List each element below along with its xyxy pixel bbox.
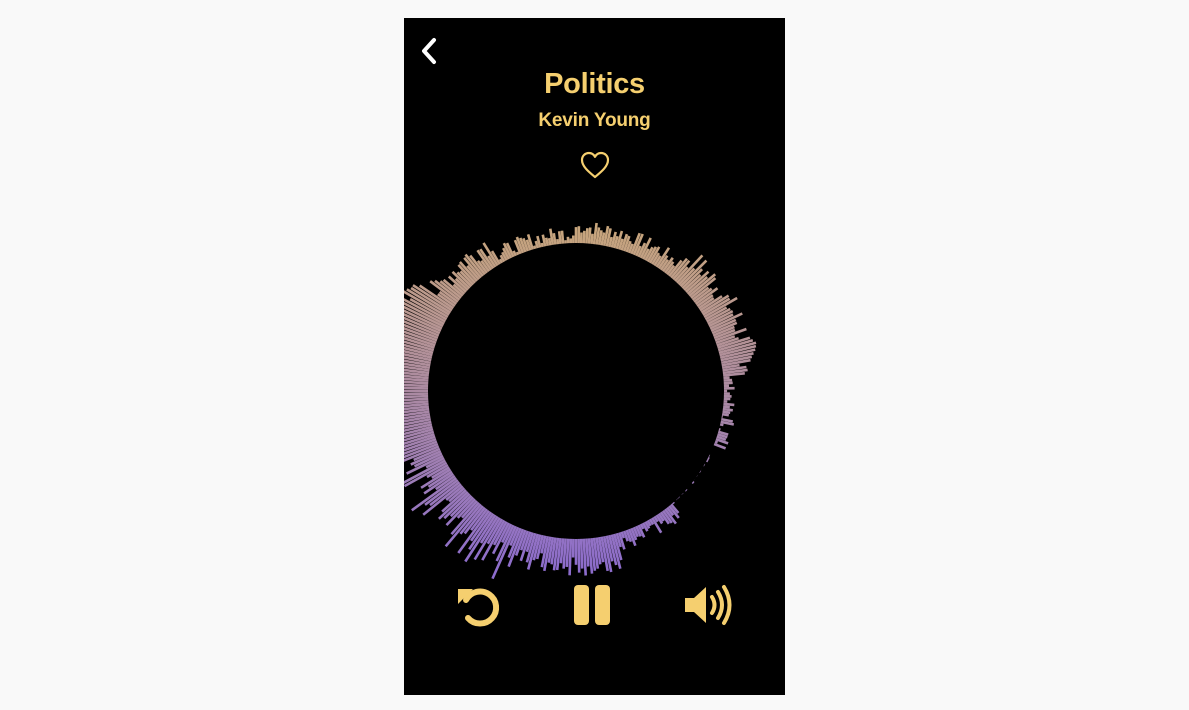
track-title: Politics bbox=[544, 68, 645, 100]
visualizer-bar bbox=[552, 233, 557, 246]
heart-outline-icon bbox=[580, 151, 610, 179]
visualizer-bar bbox=[557, 231, 562, 245]
chevron-left-icon bbox=[422, 38, 436, 64]
visualizer-bar bbox=[587, 227, 592, 245]
pause-button[interactable] bbox=[568, 580, 616, 630]
visualizer-disc bbox=[428, 243, 724, 539]
volume-high-icon bbox=[685, 585, 732, 625]
visualizer-bar bbox=[712, 442, 727, 450]
volume-button[interactable] bbox=[680, 580, 738, 630]
visualizer-bar bbox=[560, 230, 565, 245]
visualizer-bar bbox=[722, 402, 735, 407]
visualizer-bar bbox=[590, 233, 594, 245]
visualizer-bar bbox=[544, 237, 550, 247]
visualizer-bar bbox=[720, 412, 730, 417]
pause-icon bbox=[574, 585, 610, 625]
visualizer-bar bbox=[404, 386, 430, 390]
visualizer-bar bbox=[547, 237, 552, 247]
visualizer-bar bbox=[722, 376, 730, 380]
visualizer-bar bbox=[582, 537, 587, 576]
visualizer-bar bbox=[582, 230, 586, 245]
visualizer-bar bbox=[404, 392, 430, 396]
visualizer-bar bbox=[721, 410, 731, 414]
visualizer-bar bbox=[565, 537, 570, 567]
visualizer-bar bbox=[722, 378, 733, 382]
like-button[interactable] bbox=[577, 149, 613, 181]
visualizer-bar bbox=[722, 381, 733, 385]
back-button[interactable] bbox=[414, 34, 444, 68]
visualizer-bar bbox=[585, 228, 589, 245]
visualizer-bar bbox=[579, 537, 584, 569]
visualizer-bar bbox=[404, 383, 430, 388]
visualizer-bar bbox=[568, 537, 573, 576]
visualizer-bar bbox=[577, 537, 581, 573]
visualizer-bar bbox=[722, 405, 730, 409]
player-screen: Politics Kevin Young bbox=[404, 18, 785, 695]
replay-icon bbox=[458, 588, 500, 627]
visualizer-bar bbox=[721, 407, 733, 412]
track-artist: Kevin Young bbox=[538, 110, 651, 131]
replay-button[interactable] bbox=[452, 580, 504, 630]
